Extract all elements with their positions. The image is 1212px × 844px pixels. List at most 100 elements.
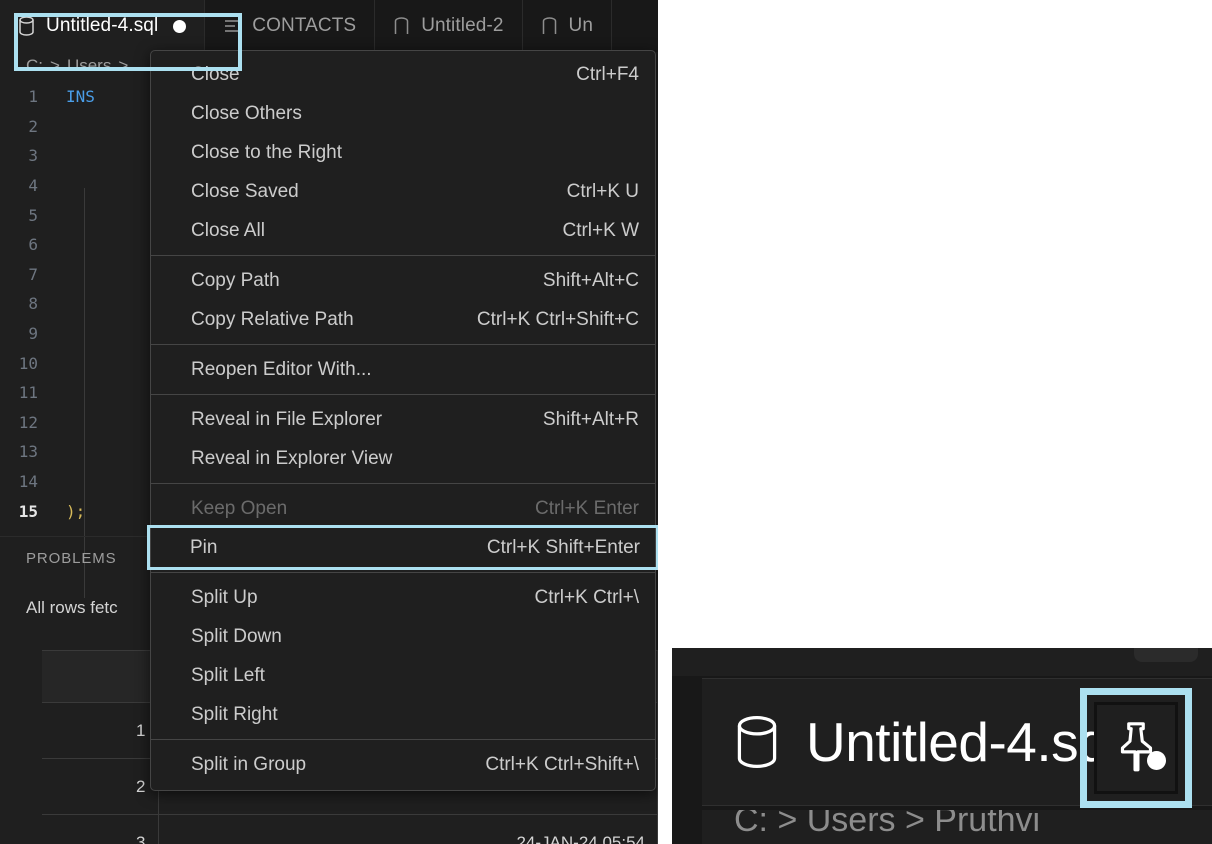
menu-item-close-others[interactable]: Close Others (151, 94, 655, 133)
line-number: 2 (28, 116, 38, 136)
menu-item-label: Close Others (191, 102, 302, 124)
menu-item-split-down[interactable]: Split Down (151, 617, 655, 656)
editor-tab-context-menu[interactable]: Close Ctrl+F4 Close Others Close to the … (147, 50, 658, 791)
menu-item-shortcut: Ctrl+K Ctrl+Shift+\ (485, 753, 639, 775)
menu-item-shortcut: Shift+Alt+R (542, 408, 639, 430)
database-icon (18, 16, 35, 36)
unsaved-indicator-dot (1147, 751, 1166, 770)
menu-item-label: Split Left (191, 664, 265, 686)
menu-item-split-up[interactable]: Split Up Ctrl+K Ctrl+\ (151, 578, 655, 617)
menu-item-shortcut: Ctrl+K W (562, 219, 639, 241)
vscode-window: Untitled-4.sql CONTACTS Untitled-2 Un C:… (0, 0, 658, 844)
menu-item-copy-path[interactable]: Copy Path Shift+Alt+C (151, 261, 655, 300)
pin-button[interactable] (1094, 702, 1178, 794)
inset-breadcrumb-text: C: > Users > Pruthvi (734, 810, 1041, 839)
chevron-right-icon: > (50, 56, 60, 75)
editor-tab-label: Untitled-4.sql (46, 15, 159, 36)
editor-tab-contacts[interactable]: CONTACTS (205, 0, 376, 52)
table-cell-rownum[interactable]: 1 (42, 702, 159, 759)
menu-item-close-saved[interactable]: Close Saved Ctrl+K U (151, 172, 655, 211)
table-cell-rownum[interactable]: 3 (42, 814, 159, 844)
line-number: 4 (28, 176, 38, 196)
line-number: 14 (18, 472, 38, 492)
menu-item-close[interactable]: Close Ctrl+F4 (151, 55, 655, 94)
menu-item-reveal-in-explorer-view[interactable]: Reveal in Explorer View (151, 439, 655, 478)
annotation-highlight-pin (1080, 688, 1192, 808)
file-icon (393, 16, 410, 36)
file-icon (541, 16, 558, 36)
line-number: 8 (28, 294, 38, 314)
editor-tab-label: Un (568, 15, 594, 36)
editor-tab-label: Untitled-2 (421, 15, 504, 36)
menu-item-label: Split in Group (191, 753, 307, 775)
line-number: 3 (28, 146, 38, 166)
database-icon (734, 714, 780, 770)
menu-item-split-right[interactable]: Split Right (151, 695, 655, 734)
menu-item-shortcut: Ctrl+K Ctrl+Shift+C (476, 308, 639, 330)
line-number: 15 (18, 501, 38, 521)
table-cell[interactable]: 24-JAN-24 05:54 (158, 814, 658, 844)
table-icon (223, 18, 241, 34)
pin-icon (1107, 719, 1166, 777)
unsaved-indicator-dot[interactable] (173, 19, 187, 33)
menu-item-split-in-group[interactable]: Split in Group Ctrl+K Ctrl+Shift+\ (151, 745, 655, 784)
breadcrumb-segment-users[interactable]: Users (67, 56, 111, 76)
menu-separator (151, 572, 655, 573)
editor-tab-bar: Untitled-4.sql CONTACTS Untitled-2 Un (0, 0, 658, 52)
menu-item-label: Pin (190, 536, 218, 558)
menu-item-label: Reveal in Explorer View (191, 447, 393, 469)
menu-item-shortcut: Ctrl+K Ctrl+\ (534, 586, 639, 608)
menu-separator (151, 344, 655, 345)
menu-item-label: Keep Open (191, 497, 288, 519)
line-number: 1 (28, 87, 38, 107)
menu-separator (151, 255, 655, 256)
menu-item-label: Reveal in File Explorer (191, 408, 383, 430)
code-text: INS (66, 87, 95, 107)
zoom-callout-inset: Untitled-4.sql C: > Users > Pruthvi (672, 648, 1212, 844)
menu-item-pin[interactable]: Pin Ctrl+K Shift+Enter (147, 525, 658, 570)
menu-item-shortcut: Ctrl+K U (566, 180, 639, 202)
inset-title-bar (672, 648, 1212, 676)
chevron-right-icon: > (118, 56, 129, 75)
line-number: 13 (18, 442, 38, 462)
editor-tab-untitled-2[interactable]: Untitled-2 (375, 0, 523, 52)
menu-item-label: Copy Path (191, 269, 280, 291)
menu-item-shortcut: Shift+Alt+C (542, 269, 639, 291)
line-number: 11 (18, 383, 38, 403)
breadcrumb-segment-drive[interactable]: C: (26, 56, 43, 76)
menu-item-label: Copy Relative Path (191, 308, 354, 330)
menu-item-label: Reopen Editor With... (191, 358, 372, 380)
panel-tab-problems[interactable]: PROBLEMS (26, 550, 117, 567)
menu-item-label: Close (191, 63, 240, 85)
inset-window-nub (1134, 648, 1198, 662)
menu-item-keep-open: Keep Open Ctrl+K Enter (151, 489, 655, 528)
menu-item-reopen-editor-with[interactable]: Reopen Editor With... (151, 350, 655, 389)
line-number: 9 (28, 324, 38, 344)
table-row: 3 24-JAN-24 05:54 (42, 814, 658, 844)
menu-item-shortcut: Ctrl+K Enter (534, 497, 639, 519)
menu-item-close-to-the-right[interactable]: Close to the Right (151, 133, 655, 172)
menu-item-label: Close Saved (191, 180, 299, 202)
editor-tab-untitled-3[interactable]: Un (522, 0, 613, 52)
table-cell-rownum[interactable]: 2 (42, 758, 159, 815)
line-number: 10 (18, 353, 38, 373)
menu-separator (151, 739, 655, 740)
menu-item-close-all[interactable]: Close All Ctrl+K W (151, 211, 655, 250)
menu-item-split-left[interactable]: Split Left (151, 656, 655, 695)
menu-item-label: Close to the Right (191, 141, 343, 163)
menu-separator (151, 483, 655, 484)
code-text: ); (66, 501, 86, 521)
menu-item-reveal-in-file-explorer[interactable]: Reveal in File Explorer Shift+Alt+R (151, 400, 655, 439)
menu-item-copy-relative-path[interactable]: Copy Relative Path Ctrl+K Ctrl+Shift+C (151, 300, 655, 339)
menu-item-label: Split Right (191, 703, 278, 725)
table-cell-rownum (42, 650, 159, 703)
line-number: 5 (28, 205, 38, 225)
editor-tab-untitled-4-sql[interactable]: Untitled-4.sql (0, 0, 206, 52)
menu-item-label: Split Up (191, 586, 258, 608)
line-number: 7 (28, 264, 38, 284)
editor-tab-label: CONTACTS (252, 15, 357, 36)
menu-item-label: Close All (191, 219, 265, 241)
query-status-text: All rows fetc (26, 598, 118, 617)
menu-item-shortcut: Ctrl+F4 (576, 63, 639, 85)
line-number: 12 (18, 412, 38, 432)
